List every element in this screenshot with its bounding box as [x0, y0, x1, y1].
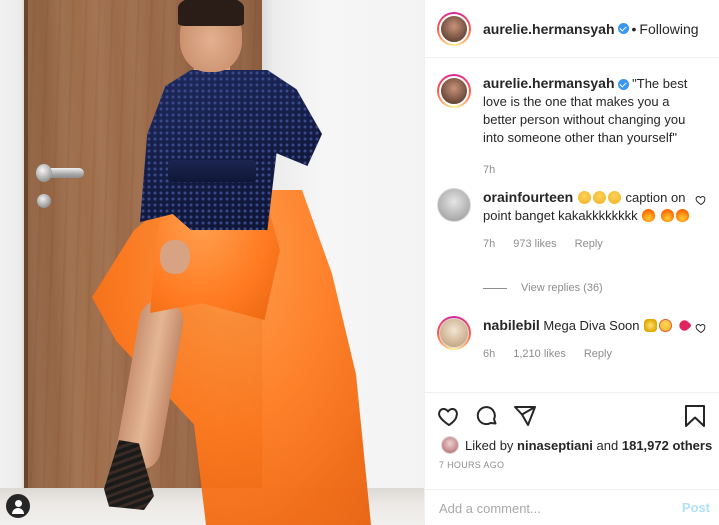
caption-avatar[interactable]	[437, 74, 471, 108]
user-tag-head	[14, 500, 22, 507]
commenter-avatar[interactable]	[437, 188, 471, 222]
hair	[178, 0, 244, 26]
reply-button[interactable]: Reply	[575, 235, 603, 253]
avatar-image	[439, 76, 469, 106]
post-side-panel: aurelie.hermansyah • Following aurelie.h…	[424, 0, 719, 525]
instagram-post-modal: aurelie.hermansyah • Following aurelie.h…	[0, 0, 719, 525]
door-handle-rose	[36, 164, 52, 182]
header-text: aurelie.hermansyah • Following	[483, 21, 699, 37]
post-button[interactable]: Post	[682, 500, 710, 515]
user-tag-body	[12, 508, 24, 514]
reply-button[interactable]: Reply	[584, 345, 612, 363]
share-icon[interactable]	[513, 404, 537, 428]
comments-list[interactable]: aurelie.hermansyah "The best love is the…	[425, 58, 719, 391]
verified-badge-icon	[617, 79, 629, 91]
fairy-emoji-icon	[644, 319, 658, 332]
crying-emoji-icon	[592, 191, 606, 204]
comment-body: orainfourteen caption on point banget ka…	[483, 188, 693, 253]
caption-time: 7h	[483, 164, 496, 176]
crying-emoji-icon	[607, 191, 621, 204]
heart-eyes-emoji-icon	[659, 319, 673, 332]
comment-username[interactable]: orainfourteen	[483, 189, 573, 205]
fire-emoji-icon	[675, 209, 689, 222]
heart-emoji-icon	[676, 318, 692, 333]
comment-meta: 6h 1,210 likes Reply	[483, 345, 693, 363]
comment-input[interactable]	[439, 500, 669, 516]
liker-avatar[interactable]	[441, 436, 459, 454]
comment-like-heart-icon[interactable]	[695, 194, 707, 206]
comment-likes[interactable]: 973 likes	[513, 235, 556, 253]
replies-line	[483, 287, 507, 289]
comment-body: nabilebil Mega Diva Soon 6h 1,210 likes …	[483, 316, 693, 363]
avatar-image	[439, 13, 469, 44]
avatar-image	[437, 188, 471, 222]
liker-username[interactable]: ninaseptiani	[517, 438, 593, 453]
header-username[interactable]: aurelie.hermansyah	[483, 21, 615, 37]
bookmark-icon[interactable]	[684, 404, 706, 428]
comment-text: Mega Diva Soon	[539, 318, 640, 333]
verified-badge-icon	[617, 23, 629, 34]
user-tag-icon[interactable]	[6, 494, 30, 518]
comment-icon[interactable]	[475, 404, 499, 428]
door-lock	[37, 194, 51, 208]
view-replies-label: View replies (36)	[521, 282, 603, 294]
post-photo[interactable]	[0, 0, 424, 525]
hand	[160, 240, 190, 274]
fire-emoji-icon	[660, 209, 674, 222]
commenter-avatar[interactable]	[437, 316, 471, 350]
view-replies-button[interactable]: View replies (36)	[483, 282, 603, 294]
avatar[interactable]	[437, 11, 471, 46]
comment: orainfourteen caption on point banget ka…	[437, 188, 706, 253]
comment: nabilebil Mega Diva Soon 6h 1,210 likes …	[437, 316, 706, 363]
post-header: aurelie.hermansyah • Following	[425, 0, 719, 58]
belt	[168, 160, 256, 182]
fire-emoji-icon	[642, 209, 656, 222]
comment-meta: 7h 973 likes Reply	[483, 235, 693, 253]
caption-username[interactable]: aurelie.hermansyah	[483, 75, 615, 91]
following-button[interactable]: Following	[639, 21, 698, 37]
post-timestamp[interactable]: 7 HOURS AGO	[439, 460, 504, 470]
comment-username[interactable]: nabilebil	[483, 317, 540, 333]
crying-emoji-icon	[577, 191, 591, 204]
comment-likes[interactable]: 1,210 likes	[513, 345, 566, 363]
door-frame	[24, 0, 28, 490]
likes-summary: Liked by ninaseptiani and 181,972 others	[441, 436, 712, 454]
heart-icon[interactable]	[437, 404, 461, 428]
avatar-image	[439, 318, 469, 348]
caption: aurelie.hermansyah "The best love is the…	[437, 74, 698, 179]
add-comment-bar: Post	[425, 489, 719, 525]
post-actions: Liked by ninaseptiani and 181,972 others…	[425, 392, 719, 525]
caption-body: aurelie.hermansyah "The best love is the…	[483, 74, 698, 179]
likes-prefix: Liked by	[465, 437, 514, 453]
separator: •	[631, 20, 637, 37]
likes-and: and	[596, 437, 619, 453]
action-icons	[437, 404, 537, 428]
comment-time: 6h	[483, 348, 496, 360]
likes-count[interactable]: 181,972 others	[622, 438, 712, 453]
comment-like-heart-icon[interactable]	[695, 322, 707, 334]
comment-time: 7h	[483, 238, 496, 250]
